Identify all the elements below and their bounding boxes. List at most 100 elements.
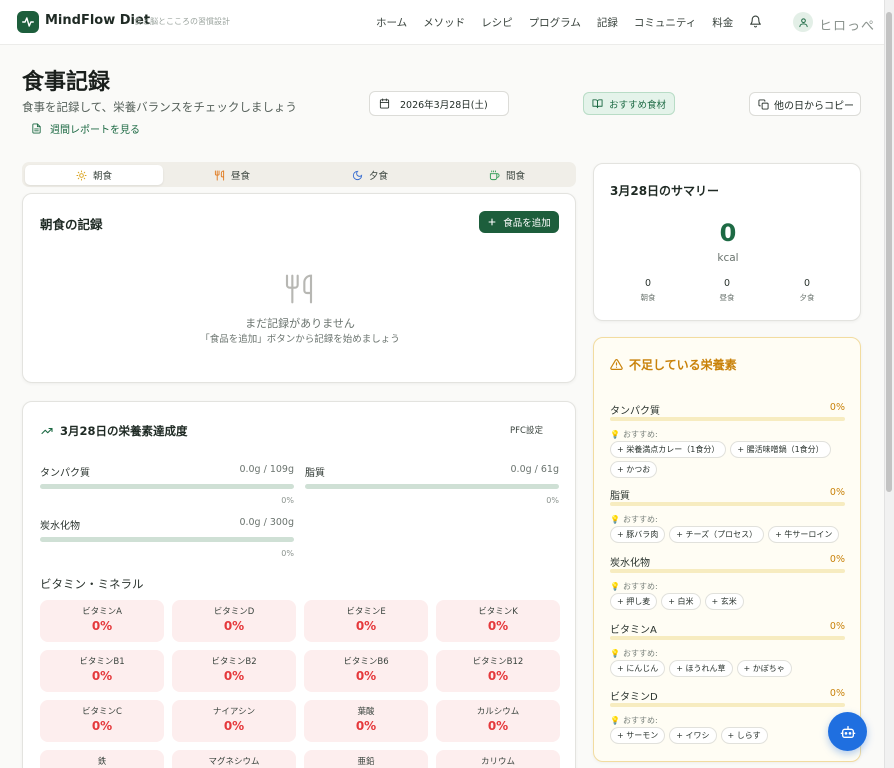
vitamin-cell: 亜鉛 bbox=[304, 750, 428, 768]
macro-percent: 0% bbox=[546, 496, 559, 505]
lightbulb-icon: 💡 bbox=[610, 430, 620, 439]
macro-value: 0.0g / 61g bbox=[510, 464, 560, 475]
recommend-label: おすすめ: bbox=[622, 582, 658, 591]
utensils-empty-icon bbox=[283, 272, 315, 309]
date-picker-button[interactable]: 2026年3月28日(土) bbox=[369, 91, 509, 116]
scrollbar-thumb[interactable] bbox=[886, 12, 892, 492]
tab-dinner[interactable]: 夕食 bbox=[301, 165, 439, 185]
deficit-name: 脂質 bbox=[610, 491, 630, 502]
food-chip[interactable]: + 腸活味噌鍋（1食分） bbox=[730, 441, 831, 458]
weekly-report-link[interactable]: 週間レポートを見る bbox=[31, 121, 140, 136]
food-chip[interactable]: + チーズ（プロセス） bbox=[669, 526, 765, 543]
nav-recipe[interactable]: レシピ bbox=[481, 15, 513, 30]
nav-program[interactable]: プログラム bbox=[529, 15, 581, 30]
summary-meal-value: 0 bbox=[803, 278, 811, 289]
nav-record[interactable]: 記録 bbox=[597, 15, 618, 30]
vitamin-name: ビタミンE bbox=[346, 607, 386, 617]
nutrition-header: 3月28日の栄養素達成度 bbox=[40, 423, 188, 439]
empty-state-hint: 「食品を追加」ボタンから記録を始めましょう bbox=[200, 334, 400, 345]
pfc-settings-button[interactable]: PFC設定 bbox=[510, 424, 543, 436]
vitamin-value: 0% bbox=[355, 619, 377, 633]
summary-breakfast: 0 朝食 bbox=[618, 278, 678, 303]
logo-icon[interactable] bbox=[17, 11, 39, 33]
lightbulb-icon: 💡 bbox=[610, 582, 620, 591]
deficit-name: ビタミンA bbox=[610, 625, 657, 636]
vitamin-value: 0% bbox=[487, 719, 509, 733]
deficit-percent: 0% bbox=[829, 554, 845, 565]
vitamin-value: 0% bbox=[91, 719, 113, 733]
food-chip[interactable]: + 押し麦 bbox=[610, 593, 658, 610]
summary-meal-value: 0 bbox=[644, 278, 652, 289]
meal-tabs: 朝食 昼食 夕食 間食 bbox=[22, 162, 576, 187]
vitamin-name: 鉄 bbox=[97, 757, 107, 767]
nav-community[interactable]: コミュニティ bbox=[634, 15, 696, 30]
food-chip[interactable]: + 玄米 bbox=[704, 593, 744, 610]
lightbulb-icon: 💡 bbox=[610, 515, 620, 524]
food-chip[interactable]: + イワシ bbox=[669, 727, 717, 744]
breakfast-record-title: 朝食の記録 bbox=[40, 217, 103, 232]
food-chip[interactable]: + サーモン bbox=[610, 727, 666, 744]
bell-icon[interactable] bbox=[749, 15, 762, 31]
macro-value: 0.0g / 300g bbox=[239, 517, 294, 528]
chatbot-fab-button[interactable] bbox=[828, 712, 867, 751]
summary-kcal-value: 0 bbox=[719, 219, 737, 247]
deficit-name: ビタミンD bbox=[610, 692, 658, 703]
lightbulb-icon: 💡 bbox=[610, 649, 620, 658]
vitamin-name: カルシウム bbox=[476, 707, 520, 717]
vitamin-cell: ビタミンB6 0% bbox=[304, 650, 428, 692]
food-chip[interactable]: + かつお bbox=[610, 461, 658, 478]
add-food-label: 食品を追加 bbox=[503, 218, 551, 229]
recommended-foods-button[interactable]: おすすめ食材 bbox=[583, 92, 675, 115]
vitamin-grid: ビタミンA 0% ビタミンD 0% ビタミンE 0% ビタミンK 0% ビタミンB1 0%… bbox=[40, 600, 560, 768]
vitamin-value: 0% bbox=[223, 669, 245, 683]
deficit-percent: 0% bbox=[829, 487, 845, 498]
summary-title: 3月28日のサマリー bbox=[610, 184, 720, 198]
vitamin-cell: ビタミンC 0% bbox=[40, 700, 164, 742]
food-chip[interactable]: + 栄養満点カレー（1食分） bbox=[610, 441, 727, 458]
avatar[interactable] bbox=[793, 12, 813, 32]
copy-from-day-button[interactable]: 他の日からコピー bbox=[749, 92, 861, 116]
food-chip[interactable]: + 白米 bbox=[661, 593, 701, 610]
vitamin-name: カリウム bbox=[480, 757, 515, 767]
vitamin-cell: ビタミンA 0% bbox=[40, 600, 164, 642]
vitamin-cell: カリウム bbox=[436, 750, 560, 768]
food-chips: + にんじん + ほうれん草 + かぼちゃ bbox=[610, 660, 845, 677]
macro-value: 0.0g / 109g bbox=[239, 464, 294, 475]
macro-label: 炭水化物 bbox=[40, 521, 80, 532]
tab-breakfast[interactable]: 朝食 bbox=[25, 165, 163, 185]
vitamin-cell: ナイアシン 0% bbox=[172, 700, 296, 742]
summary-meal-label: 朝食 bbox=[640, 293, 656, 302]
tab-snack[interactable]: 間食 bbox=[438, 165, 576, 185]
tab-lunch[interactable]: 昼食 bbox=[163, 165, 301, 185]
main-nav: ホーム メソッド レシピ プログラム 記録 コミュニティ 料金 bbox=[376, 15, 749, 30]
copy-icon bbox=[758, 98, 769, 110]
user-name[interactable]: ヒロっぺ bbox=[819, 15, 875, 34]
vitamin-cell: ビタミンB2 0% bbox=[172, 650, 296, 692]
food-chip[interactable]: + 豚バラ肉 bbox=[610, 526, 666, 543]
vitamin-cell: マグネシウム bbox=[172, 750, 296, 768]
macro-label: 脂質 bbox=[305, 468, 325, 479]
food-chip[interactable]: + ほうれん草 bbox=[669, 660, 733, 677]
breakfast-record-card: 朝食の記録 食品を追加 まだ記録がありません 「食品を追加」ボタンから記録を始め… bbox=[22, 193, 576, 383]
macro-progress-bar bbox=[305, 484, 559, 489]
vitamin-name: ビタミンC bbox=[82, 707, 122, 717]
macro-progress-bar bbox=[40, 537, 294, 542]
add-food-button[interactable]: 食品を追加 bbox=[479, 211, 559, 233]
tab-snack-label: 間食 bbox=[505, 171, 525, 182]
deficit-title: 不足している栄養素 bbox=[629, 358, 737, 372]
food-chip[interactable]: + にんじん bbox=[610, 660, 666, 677]
food-chip[interactable]: + しらす bbox=[720, 727, 768, 744]
recommend-row: 💡 おすすめ: bbox=[610, 648, 658, 659]
deficit-percent: 0% bbox=[829, 688, 845, 699]
food-chip[interactable]: + 牛サーロイン bbox=[768, 526, 840, 543]
nav-method[interactable]: メソッド bbox=[423, 15, 465, 30]
nav-home[interactable]: ホーム bbox=[376, 15, 407, 30]
vitamin-value: 0% bbox=[355, 719, 377, 733]
food-chip[interactable]: + かぼちゃ bbox=[736, 660, 792, 677]
vitamin-name: ビタミンB6 bbox=[343, 657, 389, 667]
macro-progress-bar bbox=[40, 484, 294, 489]
macro-label: タンパク質 bbox=[40, 468, 90, 479]
recommend-row: 💡 おすすめ: bbox=[610, 581, 658, 592]
date-label: 2026年3月28日(土) bbox=[400, 99, 488, 111]
nav-pricing[interactable]: 料金 bbox=[712, 15, 733, 30]
